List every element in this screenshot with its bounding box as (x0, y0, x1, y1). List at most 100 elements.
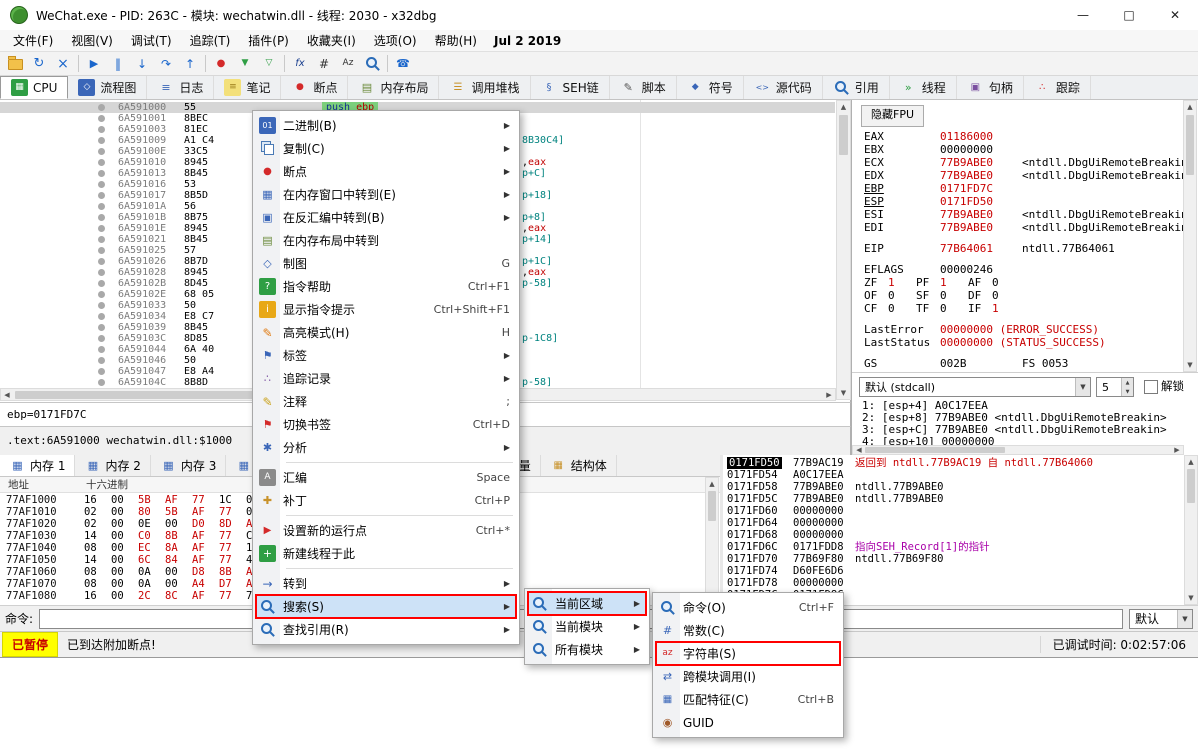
step-into-button[interactable]: ↓ (130, 53, 154, 75)
register-row[interactable]: EDX77B9ABE0<ntdll.DbgUiRemoteBreakin> (864, 169, 1194, 182)
remote-debug-button[interactable]: ☎ (391, 53, 415, 75)
breakpoint-dot[interactable] (98, 214, 105, 221)
register-row[interactable]: EDI77B9ABE0<ntdll.DbgUiRemoteBreakin> (864, 221, 1194, 234)
breakpoint-dot[interactable] (98, 324, 105, 331)
dump-tab-内存 3[interactable]: ▦内存 3 (151, 455, 226, 476)
dump-tab-内存 2[interactable]: ▦内存 2 (75, 455, 150, 476)
register-row[interactable]: LastStatus00000000 (STATUS_SUCCESS) (864, 336, 1106, 349)
dump-vertical-scrollbar[interactable]: ▲ ▼ (705, 477, 719, 604)
pattern-toolbar-button[interactable] (360, 53, 384, 75)
tab-源代码[interactable]: <>源代码 (744, 76, 823, 99)
menubar-item[interactable]: 调试(T) (122, 29, 181, 52)
menu-item-follow-in-memory-window[interactable]: ▦在内存窗口中转到(E)▶ (256, 183, 516, 206)
breakpoint-dot[interactable] (98, 192, 105, 199)
register-row[interactable]: EFLAGS00000246 (864, 263, 1022, 276)
tab-SEH链[interactable]: §SEH链 (531, 76, 610, 99)
breakpoint-dot[interactable] (98, 368, 105, 375)
step-over-button[interactable]: ↷ (154, 53, 178, 75)
menu-item-search-all-modules[interactable]: 所有模块▶ (528, 638, 646, 661)
menu-item-search-guid[interactable]: ◉GUID (656, 711, 840, 734)
menu-item-follow-in-memory-map[interactable]: ▤在内存布局中转到 (256, 229, 516, 252)
breakpoint-dot[interactable] (98, 181, 105, 188)
breakpoint-dot[interactable] (98, 258, 105, 265)
unlock-checkbox[interactable] (1144, 380, 1158, 394)
breakpoint-dot[interactable] (98, 379, 105, 386)
register-row[interactable]: ESI77B9ABE0<ntdll.DbgUiRemoteBreakin> (864, 208, 1194, 221)
hide-fpu-button[interactable]: 隐藏FPU (861, 105, 924, 127)
menu-item-search-command[interactable]: 命令(O)Ctrl+F (656, 596, 840, 619)
close-debuggee-button[interactable]: × (51, 53, 75, 75)
breakpoint-dot[interactable] (98, 115, 105, 122)
menu-item-show-mnemonic-brief[interactable]: i显示指令提示Ctrl+Shift+F1 (256, 298, 516, 321)
register-row[interactable]: EBX00000000 (864, 143, 1022, 156)
menu-item-search-string[interactable]: az字符串(S) (656, 642, 840, 665)
menubar-item[interactable]: 视图(V) (62, 29, 122, 52)
tab-引用[interactable]: 引用 (823, 76, 890, 99)
menu-item-search-current-region[interactable]: 当前区域▶ (528, 592, 646, 615)
strings-toolbar-button[interactable]: Az (336, 53, 360, 75)
tab-调用堆栈[interactable]: ☰调用堆栈 (439, 76, 530, 99)
breakpoint-dot[interactable] (98, 203, 105, 210)
tab-句柄[interactable]: ▣句柄 (957, 76, 1024, 99)
menu-item-analysis[interactable]: ✱分析▶ (256, 436, 516, 459)
calling-convention-select[interactable]: 默认 (stdcall) ▼ (859, 377, 1091, 397)
menu-item-search-intermodular-calls[interactable]: ⇄跨模块调用(I) (656, 665, 840, 688)
menubar-item[interactable]: 收藏夹(I) (298, 29, 365, 52)
menu-item-breakpoint[interactable]: ●断点▶ (256, 160, 516, 183)
menubar-item[interactable]: 插件(P) (239, 29, 298, 52)
register-row[interactable]: GS002BFS 0053 (864, 357, 1068, 370)
menubar-item[interactable]: 选项(O) (365, 29, 426, 52)
tab-日志[interactable]: ≡日志 (147, 76, 214, 99)
breakpoint-dot[interactable] (98, 236, 105, 243)
breakpoint-dot[interactable] (98, 335, 105, 342)
command-profile-select[interactable]: 默认 ▼ (1129, 609, 1193, 629)
menu-item-goto[interactable]: →转到▶ (256, 572, 516, 595)
menu-item-follow-in-disassembler[interactable]: ▣在反汇编中转到(B)▶ (256, 206, 516, 229)
menu-item-comment[interactable]: ✎注释; (256, 390, 516, 413)
menu-item-highlighting-mode[interactable]: ✎高亮模式(H)H (256, 321, 516, 344)
breakpoint-dot[interactable] (98, 170, 105, 177)
maximize-button[interactable]: □ (1106, 0, 1152, 30)
breakpoint-dot[interactable] (98, 302, 105, 309)
trace-into-button[interactable]: ▼ (233, 53, 257, 75)
trace-over-button[interactable]: ▽ (257, 53, 281, 75)
tab-流程图[interactable]: ◇流程图 (68, 76, 147, 99)
registers-vertical-scrollbar[interactable]: ▲ ▼ (1183, 100, 1197, 372)
breakpoint-dot[interactable] (98, 291, 105, 298)
breakpoint-dot[interactable] (98, 148, 105, 155)
fx-button[interactable]: fx (288, 53, 312, 75)
tab-CPU[interactable]: ▦CPU (0, 76, 68, 99)
menu-item-search[interactable]: 搜索(S)▶ (256, 595, 516, 618)
breakpoint-dot[interactable] (98, 225, 105, 232)
menu-item-search-pattern[interactable]: ▦匹配特征(C)Ctrl+B (656, 688, 840, 711)
disassembly-vertical-scrollbar[interactable]: ▲ ▼ (836, 100, 851, 400)
register-row[interactable]: ZF1PF1AF0 (864, 276, 1020, 289)
register-row[interactable]: EAX01186000 (864, 130, 1022, 143)
stack-vertical-scrollbar[interactable]: ▲ ▼ (1184, 455, 1198, 605)
breakpoint-dot[interactable] (98, 247, 105, 254)
menu-item-patch[interactable]: ✚补丁Ctrl+P (256, 489, 516, 512)
restart-button[interactable]: ↻ (27, 53, 51, 75)
breakpoint-dot[interactable] (98, 346, 105, 353)
dump-tab-内存 1[interactable]: ▦内存 1 (0, 455, 75, 476)
register-row[interactable]: EBP0171FD7C (864, 182, 1022, 195)
tab-内存布局[interactable]: ▤内存布局 (348, 76, 439, 99)
breakpoint-dot[interactable] (98, 126, 105, 133)
close-button[interactable]: ✕ (1152, 0, 1198, 30)
menu-item-instruction-help[interactable]: ?指令帮助Ctrl+F1 (256, 275, 516, 298)
menubar-item[interactable]: 追踪(T) (181, 29, 240, 52)
register-row[interactable]: ESP0171FD50 (864, 195, 1022, 208)
menu-item-binary[interactable]: 01二进制(B)▶ (256, 114, 516, 137)
register-row[interactable]: ECX77B9ABE0<ntdll.DbgUiRemoteBreakin> (864, 156, 1194, 169)
tab-线程[interactable]: »线程 (890, 76, 957, 99)
tab-脚本[interactable]: ✎脚本 (610, 76, 677, 99)
menu-item-graph[interactable]: ◇制图G (256, 252, 516, 275)
argument-count-stepper[interactable]: 5 ▲▼ (1096, 377, 1134, 397)
run-button[interactable]: ▶ (82, 53, 106, 75)
tab-跟踪[interactable]: ∴跟踪 (1024, 76, 1091, 99)
arguments-horizontal-scrollbar[interactable]: ◀ ▶ (852, 445, 1184, 455)
step-out-button[interactable]: ↑ (178, 53, 202, 75)
pause-button[interactable]: ‖ (106, 53, 130, 75)
breakpoint-dot[interactable] (98, 159, 105, 166)
dump-tab-结构体[interactable]: ▦结构体 (541, 455, 617, 476)
